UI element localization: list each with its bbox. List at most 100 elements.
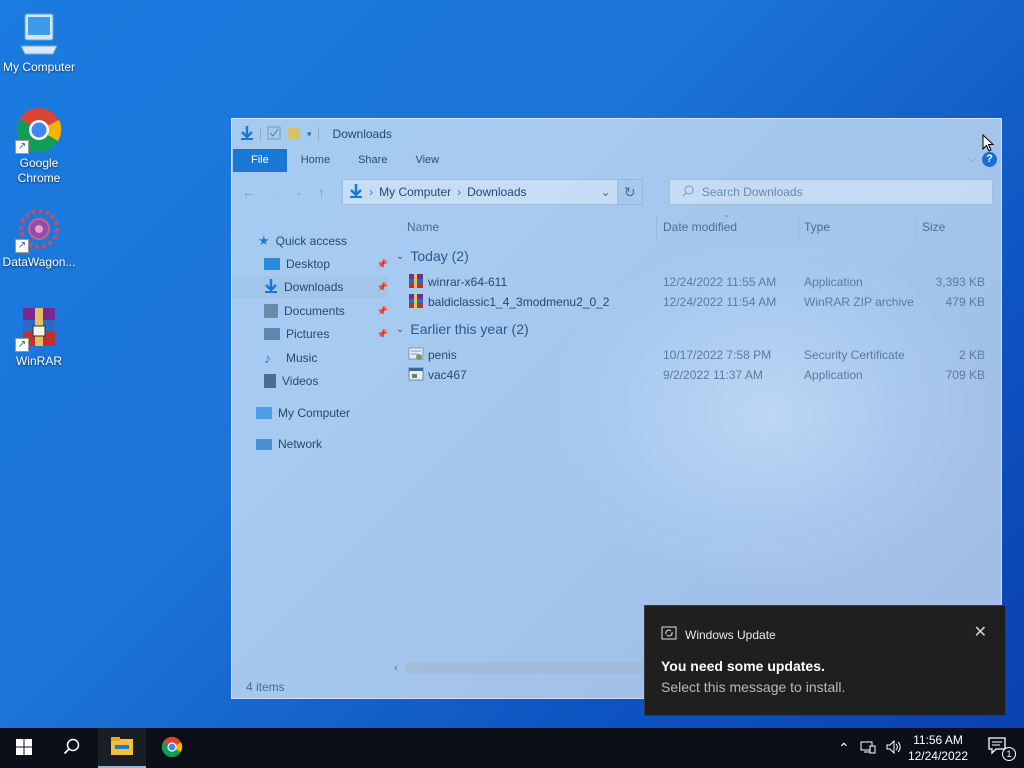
nav-videos[interactable]: Videos [264, 370, 388, 392]
properties-icon[interactable] [267, 126, 281, 143]
nav-network[interactable]: Network [256, 433, 388, 455]
pin-icon: 📌 [376, 305, 388, 316]
file-explorer-icon [110, 736, 134, 759]
nav-documents[interactable]: Documents 📌 [264, 300, 388, 322]
scrollbar-thumb[interactable] [406, 662, 656, 674]
column-header-type[interactable]: Type [804, 220, 830, 242]
computer-icon [256, 407, 272, 419]
taskbar: ⌃ 11:56 AM 12/24/2022 1 [0, 728, 1024, 768]
column-header-size[interactable]: Size [922, 220, 945, 242]
file-size: 2 KB [958, 348, 985, 362]
nav-pictures[interactable]: Pictures 📌 [264, 323, 388, 345]
refresh-button[interactable]: ↻ [617, 179, 643, 205]
application-icon [408, 366, 424, 385]
group-header-earlier-this-year[interactable]: ⌄ Earlier this year (2) [396, 321, 529, 337]
up-icon[interactable]: ↑ [313, 184, 330, 200]
clock[interactable]: 11:56 AM 12/24/2022 [908, 732, 968, 764]
volume-icon[interactable] [886, 739, 902, 757]
file-name: vac467 [428, 368, 467, 382]
windows-logo-icon [16, 738, 32, 758]
nav-my-computer[interactable]: My Computer [256, 402, 388, 424]
taskbar-file-explorer[interactable] [98, 728, 146, 768]
column-header-date[interactable]: Date modified [663, 220, 737, 242]
download-arrow-icon [264, 278, 278, 297]
ribbon-tabs: File Home Share View ⌵ ? [232, 149, 1001, 172]
column-header-name[interactable]: Name [407, 220, 439, 242]
tab-view[interactable]: View [401, 149, 453, 172]
breadcrumb-my-computer[interactable]: My Computer [379, 185, 451, 199]
nav-label: Quick access [275, 234, 348, 248]
file-type: Application [804, 275, 863, 289]
file-row[interactable]: penis 10/17/2022 7:58 PM Security Certif… [392, 345, 1001, 365]
nav-label: Pictures [286, 327, 330, 341]
system-tray: ⌃ [838, 728, 902, 768]
desktop-icon-google-chrome[interactable]: ↗ Google Chrome [0, 106, 78, 186]
forward-icon[interactable]: → [267, 184, 284, 200]
address-bar[interactable]: › My Computer › Downloads ⌄ [342, 179, 618, 205]
desktop-icon-winrar[interactable]: ↗ WinRAR [0, 304, 78, 369]
desktop-icon-datawagon[interactable]: ↗ DataWagon... [0, 205, 78, 270]
desktop-icon-label: DataWagon... [2, 255, 76, 269]
search-button[interactable] [48, 728, 96, 768]
search-input[interactable]: Search Downloads [668, 179, 994, 205]
notification-count-badge: 1 [1002, 747, 1016, 761]
tab-share[interactable]: Share [344, 149, 401, 172]
column-divider [798, 216, 799, 242]
pin-icon: 📌 [376, 281, 388, 292]
desktop-icon-label: Chrome [17, 171, 61, 185]
file-name: penis [428, 348, 457, 362]
file-row[interactable]: vac467 9/2/2022 11:37 AM Application 709… [392, 365, 1001, 385]
file-row[interactable]: winrar-x64-611 12/24/2022 11:55 AM Appli… [392, 272, 1001, 292]
search-placeholder: Search Downloads [701, 185, 803, 199]
tab-file[interactable]: File [233, 149, 287, 172]
network-icon[interactable] [860, 740, 876, 757]
address-dropdown-icon[interactable]: ⌄ [595, 185, 617, 199]
tab-home[interactable]: Home [287, 149, 344, 172]
breadcrumb-downloads[interactable]: Downloads [467, 185, 526, 199]
file-type: Security Certificate [804, 348, 905, 362]
nav-music[interactable]: ♪ Music [264, 347, 388, 369]
file-size: 479 KB [945, 295, 985, 309]
star-icon: ★ [258, 233, 270, 248]
pin-icon: 📌 [376, 328, 388, 339]
shortcut-arrow-icon: ↗ [15, 140, 29, 154]
title-bar[interactable]: ▾ Downloads [232, 119, 1001, 149]
new-folder-icon[interactable] [287, 126, 301, 143]
clock-date: 12/24/2022 [907, 749, 968, 763]
breadcrumb-separator-icon: › [369, 185, 374, 199]
recent-locations-icon[interactable]: ⌄ [295, 187, 303, 198]
quick-access-dropdown-icon[interactable]: ▾ [307, 129, 312, 140]
column-divider [656, 216, 657, 242]
file-date: 9/2/2022 11:37 AM [663, 368, 763, 382]
group-label: Today (2) [410, 248, 469, 264]
show-hidden-icons-icon[interactable]: ⌃ [838, 740, 850, 757]
desktop-icon-my-computer[interactable]: My Computer [0, 10, 78, 75]
file-row[interactable]: baldiclassic1_4_3modmenu2_0_2 12/24/2022… [392, 292, 1001, 312]
breadcrumb-separator-icon: › [457, 185, 462, 199]
status-bar-item-count: 4 items [246, 680, 285, 694]
group-label: Earlier this year (2) [410, 321, 529, 337]
file-size: 3,393 KB [935, 275, 985, 289]
expand-ribbon-icon[interactable]: ⌵ [968, 154, 976, 165]
close-icon[interactable]: ✕ [974, 622, 987, 642]
notification-body: Select this message to install. [661, 679, 846, 695]
network-icon [256, 438, 272, 450]
chrome-icon: ↗ [15, 106, 63, 154]
nav-desktop[interactable]: Desktop 📌 [264, 253, 388, 275]
nav-downloads[interactable]: Downloads 📌 [232, 276, 388, 298]
nav-label: Documents [284, 304, 345, 318]
pictures-icon [264, 328, 280, 340]
action-center-button[interactable]: 1 [988, 737, 1016, 761]
start-button[interactable] [0, 728, 48, 768]
back-icon[interactable]: ← [240, 184, 257, 200]
group-header-today[interactable]: ⌄ Today (2) [396, 248, 469, 264]
refresh-icon: ↻ [623, 183, 636, 200]
download-arrow-icon [240, 125, 254, 144]
taskbar-google-chrome[interactable] [148, 728, 196, 768]
chevron-down-icon: ⌄ [396, 323, 405, 335]
navigation-bar: ← → ⌄ ↑ › My Computer › Downloads ⌄ ↻ Se… [232, 172, 1001, 212]
scroll-left-icon[interactable]: ‹ [394, 662, 398, 674]
windows-update-notification[interactable]: Windows Update ✕ You need some updates. … [644, 605, 1006, 716]
file-name: baldiclassic1_4_3modmenu2_0_2 [428, 295, 610, 309]
nav-quick-access[interactable]: ★ Quick access [258, 230, 388, 252]
